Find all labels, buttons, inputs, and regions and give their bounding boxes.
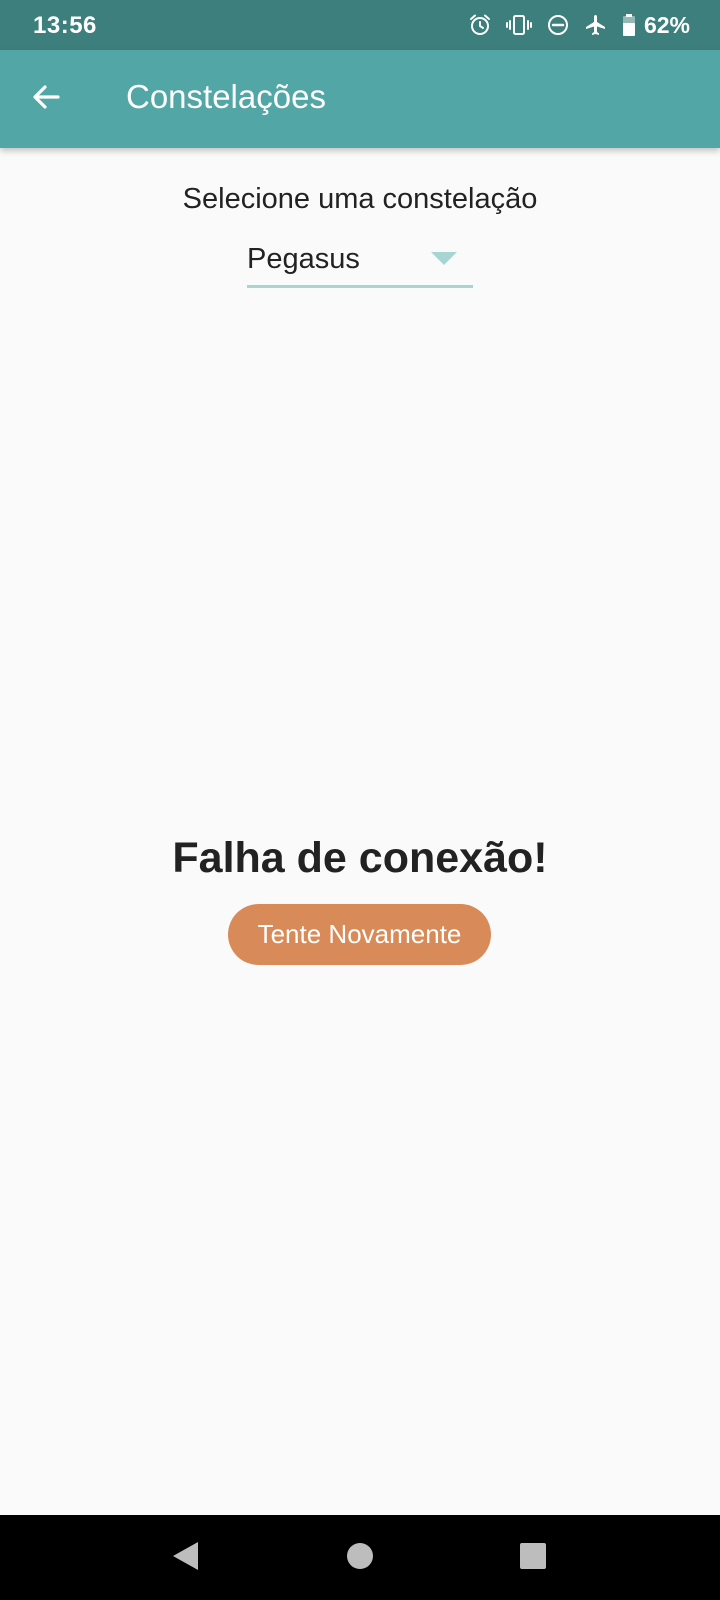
airplane-mode-icon: [584, 13, 608, 37]
status-icons: 62%: [468, 10, 690, 40]
nav-recents-button[interactable]: [516, 1541, 550, 1575]
nav-home-icon: [346, 1542, 374, 1575]
do-not-disturb-icon: [546, 13, 570, 37]
back-button[interactable]: [22, 75, 70, 123]
navigation-bar: [0, 1515, 720, 1600]
dropdown-selected-value: Pegasus: [247, 243, 360, 275]
alarm-icon: [468, 13, 492, 37]
status-bar: 13:56 62%: [0, 0, 720, 50]
selector-label: Selecione uma constelação: [182, 183, 538, 215]
page-title: Constelações: [126, 78, 326, 115]
nav-home-button[interactable]: [343, 1541, 377, 1575]
app-bar: Constelações: [0, 50, 720, 148]
nav-back-icon: [170, 1540, 200, 1577]
retry-button[interactable]: Tente Novamente: [228, 904, 491, 965]
nav-back-button[interactable]: [168, 1541, 202, 1575]
arrow-back-icon: [30, 81, 62, 118]
constellation-dropdown[interactable]: Pegasus: [247, 238, 473, 288]
battery-percent: 62%: [643, 11, 690, 38]
nav-recents-icon: [519, 1542, 547, 1575]
status-time: 13:56: [33, 12, 97, 39]
vibrate-icon: [505, 13, 532, 37]
connection-error-title: Falha de conexão!: [172, 834, 548, 882]
dropdown-arrow-icon: [431, 252, 457, 271]
battery-icon: [622, 13, 636, 37]
